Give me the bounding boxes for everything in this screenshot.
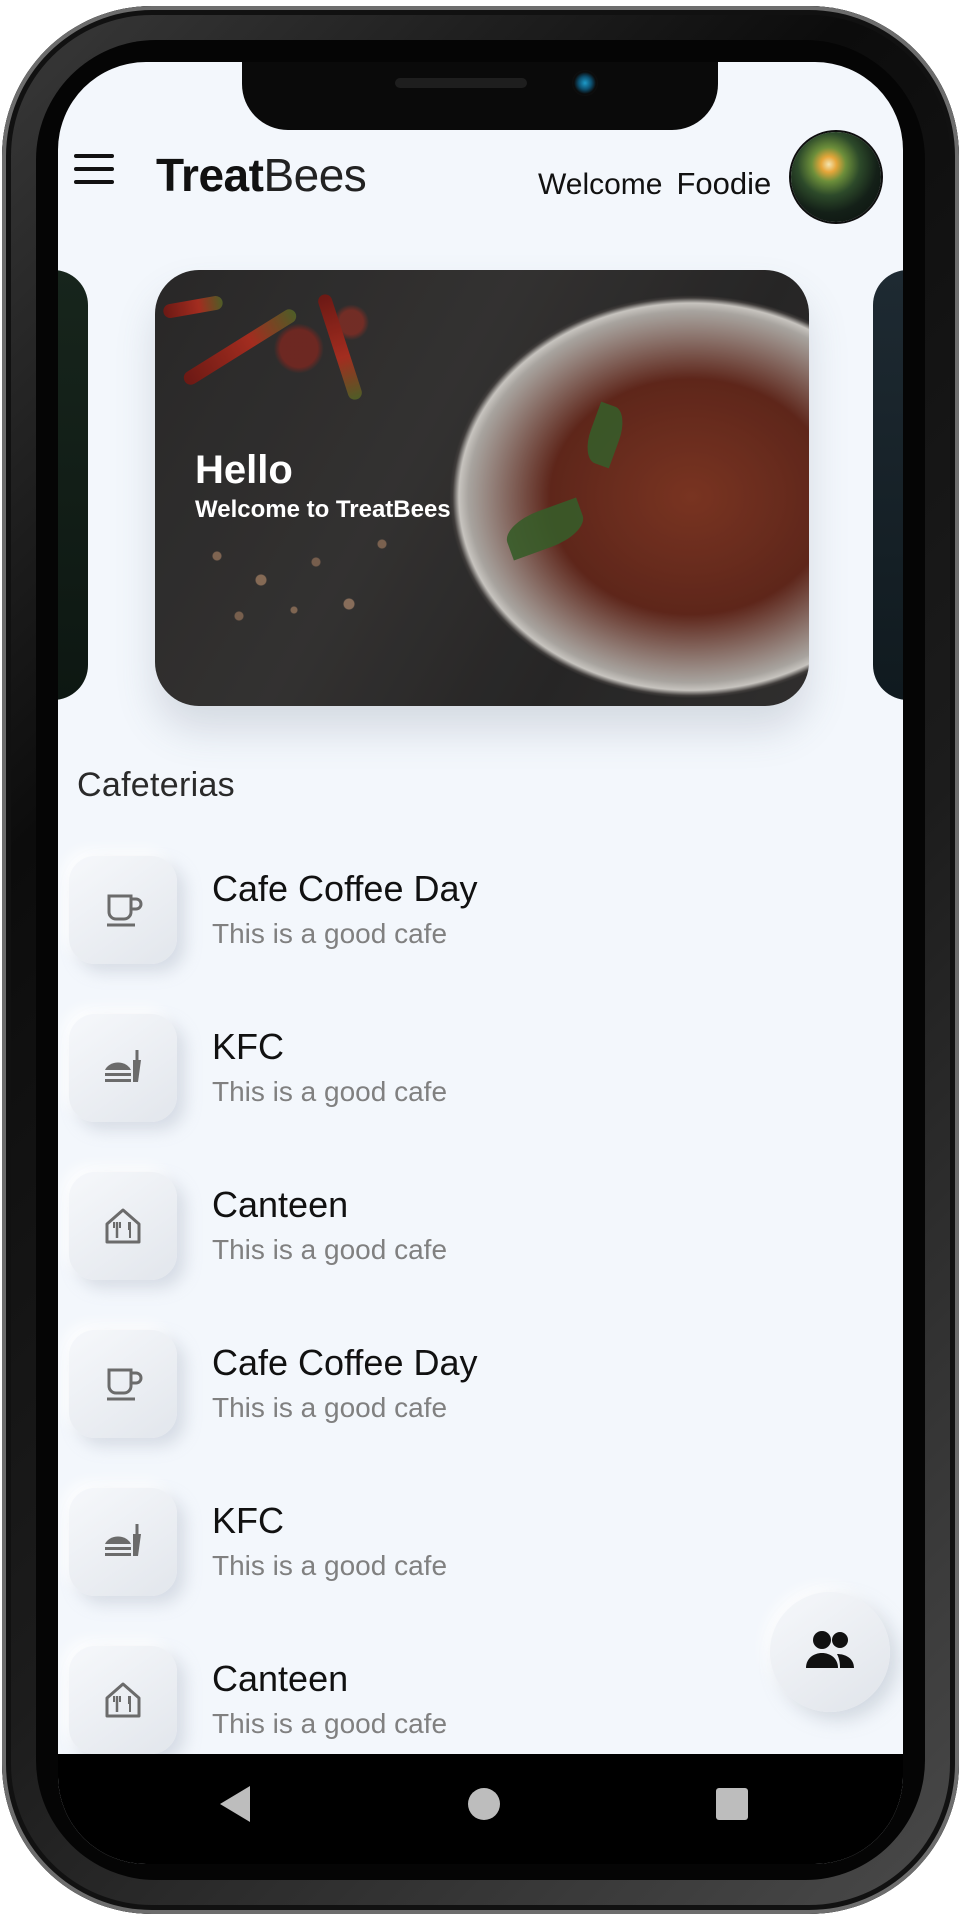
chili-decoration: [162, 294, 224, 320]
banner-subtitle: Welcome to TreatBees: [195, 496, 451, 523]
cafeteria-description: This is a good cafe: [212, 1234, 448, 1265]
list-item[interactable]: Cafe Coffee Day This is a good cafe: [58, 856, 903, 986]
list-item[interactable]: KFC This is a good cafe: [58, 1014, 903, 1144]
android-nav-bar: [58, 1754, 903, 1864]
banner-title: Hello: [195, 448, 293, 492]
cafeteria-name: Canteen: [212, 1184, 349, 1225]
cafeteria-name: KFC: [212, 1500, 284, 1541]
app-screen: TreatBees Welcome Foodie Hello Welcome to…: [58, 62, 903, 1864]
cafeteria-description: This is a good cafe: [212, 1550, 448, 1581]
list-item[interactable]: KFC This is a good cafe: [58, 1488, 903, 1618]
user-name: Foodie: [676, 166, 772, 201]
welcome-banner[interactable]: Hello Welcome to TreatBees: [155, 270, 809, 706]
app-header: TreatBees Welcome Foodie: [58, 132, 903, 242]
menu-icon[interactable]: [74, 154, 114, 184]
restaurant-building-icon: [69, 1172, 177, 1280]
fast-food-icon: [69, 1488, 177, 1596]
basil-leaf-decoration: [580, 401, 630, 469]
cafeteria-name: Canteen: [212, 1658, 349, 1699]
cafeteria-description: This is a good cafe: [212, 1708, 448, 1739]
notch: [242, 62, 718, 130]
brand-bold: Treat: [156, 149, 264, 201]
welcome-label: Welcome: [538, 168, 663, 201]
list-item[interactable]: Canteen This is a good cafe: [58, 1172, 903, 1302]
coffee-cup-icon: [69, 1330, 177, 1438]
chili-decoration: [181, 306, 299, 388]
fast-food-icon: [69, 1014, 177, 1122]
recent-square-icon[interactable]: [710, 1782, 754, 1826]
cafeteria-description: This is a good cafe: [212, 1076, 448, 1107]
coffee-cup-icon: [69, 856, 177, 964]
restaurant-building-icon: [69, 1646, 177, 1754]
home-circle-icon[interactable]: [462, 1782, 506, 1826]
cafeteria-description: This is a good cafe: [212, 918, 448, 949]
brand-light: Bees: [263, 149, 367, 201]
carousel-card-previous[interactable]: [58, 270, 88, 700]
carousel-card-next[interactable]: [873, 270, 903, 700]
welcome-text: Welcome Foodie: [538, 166, 771, 202]
cafeteria-name: Cafe Coffee Day: [212, 1342, 478, 1383]
people-icon: [806, 1631, 854, 1668]
section-title: Cafeterias: [77, 766, 235, 804]
cafeteria-description: This is a good cafe: [212, 1392, 448, 1423]
crumbs-decoration: [195, 520, 415, 640]
avatar[interactable]: [791, 132, 881, 222]
speaker-grille: [395, 78, 527, 88]
people-fab-button[interactable]: [770, 1592, 890, 1712]
cafeteria-name: Cafe Coffee Day: [212, 868, 478, 909]
chili-decoration: [316, 292, 364, 402]
cafeteria-name: KFC: [212, 1026, 284, 1067]
back-triangle-icon[interactable]: [214, 1782, 258, 1826]
basil-leaf-decoration: [500, 497, 590, 561]
front-camera: [572, 70, 598, 96]
app-logo: TreatBees: [156, 148, 367, 202]
list-item[interactable]: Cafe Coffee Day This is a good cafe: [58, 1330, 903, 1460]
